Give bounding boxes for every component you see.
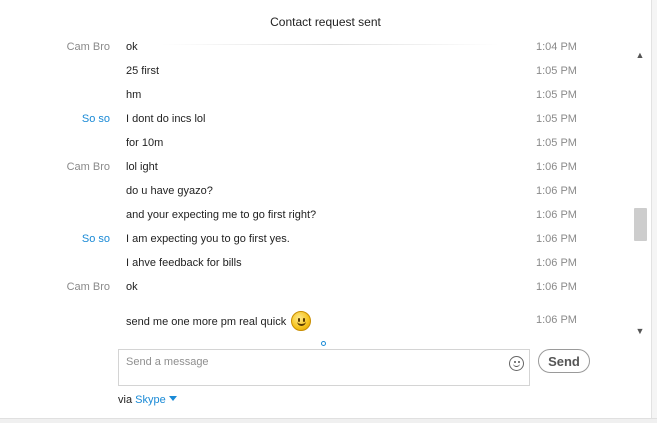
message-text: I ahve feedback for bills <box>126 257 242 269</box>
message-time: 1:06 PM <box>536 209 577 221</box>
contact-request-status: Contact request sent <box>270 15 381 29</box>
message-sender[interactable]: Cam Bro <box>10 158 110 176</box>
message-text: hm <box>126 89 142 101</box>
message-row: Cam Bro lol ight 1:06 PM <box>0 158 630 176</box>
send-button[interactable]: Send <box>538 349 590 373</box>
message-time: 1:05 PM <box>536 89 577 101</box>
via-label: via <box>118 394 133 406</box>
message-text: I am expecting you to go first yes. <box>126 233 290 245</box>
message-time: 1:06 PM <box>536 257 577 269</box>
message-time: 1:06 PM <box>536 233 577 245</box>
message-row: hm 1:05 PM <box>0 86 630 104</box>
service-selector[interactable]: Skype <box>135 394 177 406</box>
emoticon-icon[interactable] <box>509 356 524 371</box>
message-row: I ahve feedback for bills 1:06 PM <box>0 254 630 272</box>
message-time: 1:05 PM <box>536 65 577 77</box>
message-text: send me one more pm real quick <box>126 311 312 331</box>
service-label[interactable]: Skype <box>135 394 166 406</box>
message-time: 1:05 PM <box>536 113 577 125</box>
message-row: and your expecting me to go first right?… <box>0 206 630 224</box>
message-scrollbar[interactable]: ▲ ▼ <box>631 44 649 338</box>
message-sender[interactable]: So so <box>10 230 110 248</box>
message-text: for 10m <box>126 137 164 149</box>
message-row: Cam Bro ok 1:06 PM <box>0 278 630 296</box>
message-time: 1:06 PM <box>536 281 577 293</box>
message-sender: Cam Bro <box>66 41 110 53</box>
message-sender[interactable]: So so <box>10 110 110 128</box>
message-time: 1:06 PM <box>536 161 577 173</box>
message-time: 1:06 PM <box>536 185 577 197</box>
message-text-content: send me one more pm real quick <box>126 316 287 328</box>
message-row: for 10m 1:05 PM <box>0 134 630 152</box>
resize-handle-icon[interactable] <box>321 341 326 346</box>
caret-down-icon[interactable] <box>168 396 177 401</box>
message-sender[interactable]: Cam Bro <box>10 278 110 296</box>
message-text: do u have gyazo? <box>126 185 213 197</box>
message-text: 25 first <box>126 65 160 77</box>
message-time: 1:04 PM <box>536 41 577 53</box>
scroll-down-icon[interactable]: ▼ <box>631 324 649 338</box>
message-text: ok <box>126 281 138 293</box>
scrollbar-thumb[interactable] <box>634 208 647 241</box>
message-text: ok <box>126 41 138 53</box>
message-time: 1:05 PM <box>536 137 577 149</box>
send-via: via Skype <box>118 393 177 407</box>
window-right-edge <box>651 0 657 423</box>
message-text: lol ight <box>126 161 158 173</box>
message-row: 25 first 1:05 PM <box>0 62 630 80</box>
message-composer[interactable] <box>118 349 530 386</box>
message-row: So so I am expecting you to go first yes… <box>0 230 630 248</box>
window-bottom-edge <box>0 418 657 423</box>
message-text: I dont do incs lol <box>126 113 206 125</box>
message-row: send me one more pm real quick 1:06 PM <box>0 311 630 331</box>
message-input[interactable] <box>126 354 496 370</box>
message-row: Cam Bro ok 1:04 PM <box>0 38 630 56</box>
message-row: do u have gyazo? 1:06 PM <box>0 182 630 200</box>
smiley-icon <box>291 311 312 331</box>
scroll-up-icon[interactable]: ▲ <box>631 48 649 62</box>
message-history: Cam Bro ok 1:04 PM 25 first 1:05 PM hm 1… <box>0 38 630 338</box>
message-row: So so I dont do incs lol 1:05 PM <box>0 110 630 128</box>
message-time: 1:06 PM <box>536 314 577 326</box>
message-text: and your expecting me to go first right? <box>126 209 317 221</box>
